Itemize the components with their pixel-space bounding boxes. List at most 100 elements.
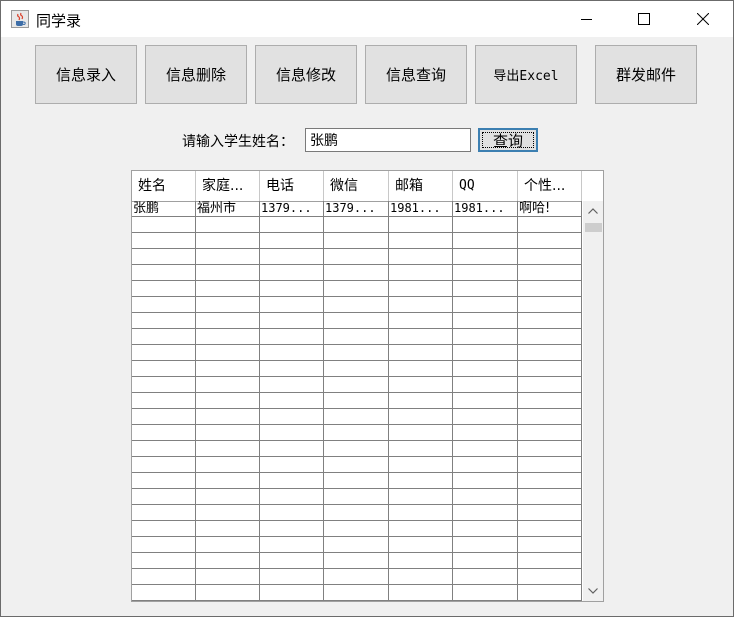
table-row-empty[interactable] bbox=[132, 489, 582, 505]
search-button[interactable]: 查询 bbox=[478, 128, 538, 152]
table-cell-empty bbox=[518, 409, 582, 424]
table-cell-empty bbox=[324, 329, 389, 344]
minimize-button[interactable] bbox=[564, 1, 610, 37]
table-cell-empty bbox=[132, 377, 196, 392]
table-cell-empty bbox=[324, 521, 389, 536]
info-query-button[interactable]: 信息查询 bbox=[365, 45, 467, 104]
table-row-empty[interactable] bbox=[132, 521, 582, 537]
table-cell-empty bbox=[260, 553, 324, 568]
column-header-phone[interactable]: 电话 bbox=[260, 171, 324, 201]
table-cell-empty bbox=[132, 393, 196, 408]
table-cell-empty bbox=[196, 441, 260, 456]
table-cell-empty bbox=[518, 553, 582, 568]
table-cell-empty bbox=[453, 553, 518, 568]
table-row-empty[interactable] bbox=[132, 409, 582, 425]
table-cell-empty bbox=[518, 249, 582, 264]
info-entry-button[interactable]: 信息录入 bbox=[35, 45, 137, 104]
table-row-empty[interactable] bbox=[132, 585, 582, 601]
table-row-empty[interactable] bbox=[132, 345, 582, 361]
table-row-empty[interactable] bbox=[132, 441, 582, 457]
table-row-empty[interactable] bbox=[132, 297, 582, 313]
table-row-empty[interactable] bbox=[132, 473, 582, 489]
table-cell-empty bbox=[132, 553, 196, 568]
column-header-wechat[interactable]: 微信 bbox=[324, 171, 389, 201]
table-cell-empty bbox=[132, 521, 196, 536]
table-cell-empty bbox=[260, 521, 324, 536]
table-row-empty[interactable] bbox=[132, 265, 582, 281]
table-cell-empty bbox=[389, 329, 453, 344]
close-icon bbox=[697, 13, 709, 25]
table-row-empty[interactable] bbox=[132, 217, 582, 233]
table-cell-empty bbox=[196, 553, 260, 568]
table-cell-empty bbox=[518, 441, 582, 456]
table-row-empty[interactable] bbox=[132, 233, 582, 249]
scroll-thumb[interactable] bbox=[585, 223, 602, 232]
table-row-empty[interactable] bbox=[132, 393, 582, 409]
table-cell-empty bbox=[453, 249, 518, 264]
table-cell-empty bbox=[196, 345, 260, 360]
table-cell-empty bbox=[260, 233, 324, 248]
column-header-qq[interactable]: QQ bbox=[453, 171, 518, 201]
table-row[interactable]: 张鹏 福州市 1379... 1379... 1981... 1981... 啊… bbox=[132, 201, 582, 217]
table-row-empty[interactable] bbox=[132, 281, 582, 297]
table-cell-empty bbox=[518, 329, 582, 344]
table-row-empty[interactable] bbox=[132, 249, 582, 265]
table-cell-empty bbox=[324, 377, 389, 392]
table-cell-empty bbox=[260, 489, 324, 504]
student-table[interactable]: 姓名 家庭... 电话 微信 邮箱 QQ 个性... 张鹏 福州市 1379..… bbox=[131, 170, 604, 602]
table-cell-empty bbox=[196, 473, 260, 488]
export-excel-button[interactable]: 导出Excel bbox=[475, 45, 577, 104]
table-cell-empty bbox=[518, 345, 582, 360]
table-cell-empty bbox=[453, 329, 518, 344]
table-row-empty[interactable] bbox=[132, 537, 582, 553]
chevron-up-icon bbox=[588, 208, 598, 214]
info-delete-button[interactable]: 信息删除 bbox=[145, 45, 247, 104]
table-cell-empty bbox=[389, 473, 453, 488]
table-row-empty[interactable] bbox=[132, 569, 582, 585]
scroll-down-button[interactable] bbox=[583, 581, 603, 601]
table-cell-empty bbox=[453, 409, 518, 424]
table-cell-empty bbox=[260, 409, 324, 424]
table-cell-empty bbox=[389, 249, 453, 264]
column-header-signature[interactable]: 个性... bbox=[518, 171, 582, 201]
table-cell-empty bbox=[324, 345, 389, 360]
table-cell-empty bbox=[132, 441, 196, 456]
scroll-up-button[interactable] bbox=[583, 201, 603, 221]
info-modify-button[interactable]: 信息修改 bbox=[255, 45, 357, 104]
table-cell-empty bbox=[324, 217, 389, 232]
close-button[interactable] bbox=[680, 1, 726, 37]
table-cell-empty bbox=[389, 409, 453, 424]
student-name-input[interactable] bbox=[305, 128, 471, 152]
table-cell-empty bbox=[324, 233, 389, 248]
table-row-empty[interactable] bbox=[132, 361, 582, 377]
table-cell-empty bbox=[453, 313, 518, 328]
table-row-empty[interactable] bbox=[132, 457, 582, 473]
table-cell-empty bbox=[518, 361, 582, 376]
table-row-empty[interactable] bbox=[132, 329, 582, 345]
table-cell-empty bbox=[324, 505, 389, 520]
table-row-empty[interactable] bbox=[132, 505, 582, 521]
table-cell-empty bbox=[196, 329, 260, 344]
mass-email-button[interactable]: 群发邮件 bbox=[595, 45, 697, 104]
table-cell-empty bbox=[196, 265, 260, 280]
table-cell-empty bbox=[324, 585, 389, 600]
column-header-name[interactable]: 姓名 bbox=[132, 171, 196, 201]
table-cell-empty bbox=[518, 281, 582, 296]
column-header-email[interactable]: 邮箱 bbox=[389, 171, 453, 201]
table-row-empty[interactable] bbox=[132, 377, 582, 393]
table-cell-empty bbox=[324, 457, 389, 472]
vertical-scrollbar[interactable] bbox=[583, 201, 603, 601]
minimize-icon bbox=[581, 19, 592, 20]
table-cell-empty bbox=[196, 409, 260, 424]
column-header-address[interactable]: 家庭... bbox=[196, 171, 260, 201]
table-cell-empty bbox=[453, 457, 518, 472]
table-cell-empty bbox=[324, 393, 389, 408]
table-cell-empty bbox=[324, 425, 389, 440]
table-row-empty[interactable] bbox=[132, 553, 582, 569]
table-cell-empty bbox=[389, 457, 453, 472]
maximize-button[interactable] bbox=[621, 1, 667, 37]
table-row-empty[interactable] bbox=[132, 425, 582, 441]
title-bar[interactable]: 同学录 bbox=[1, 1, 733, 37]
table-row-empty[interactable] bbox=[132, 313, 582, 329]
table-cell-empty bbox=[324, 281, 389, 296]
